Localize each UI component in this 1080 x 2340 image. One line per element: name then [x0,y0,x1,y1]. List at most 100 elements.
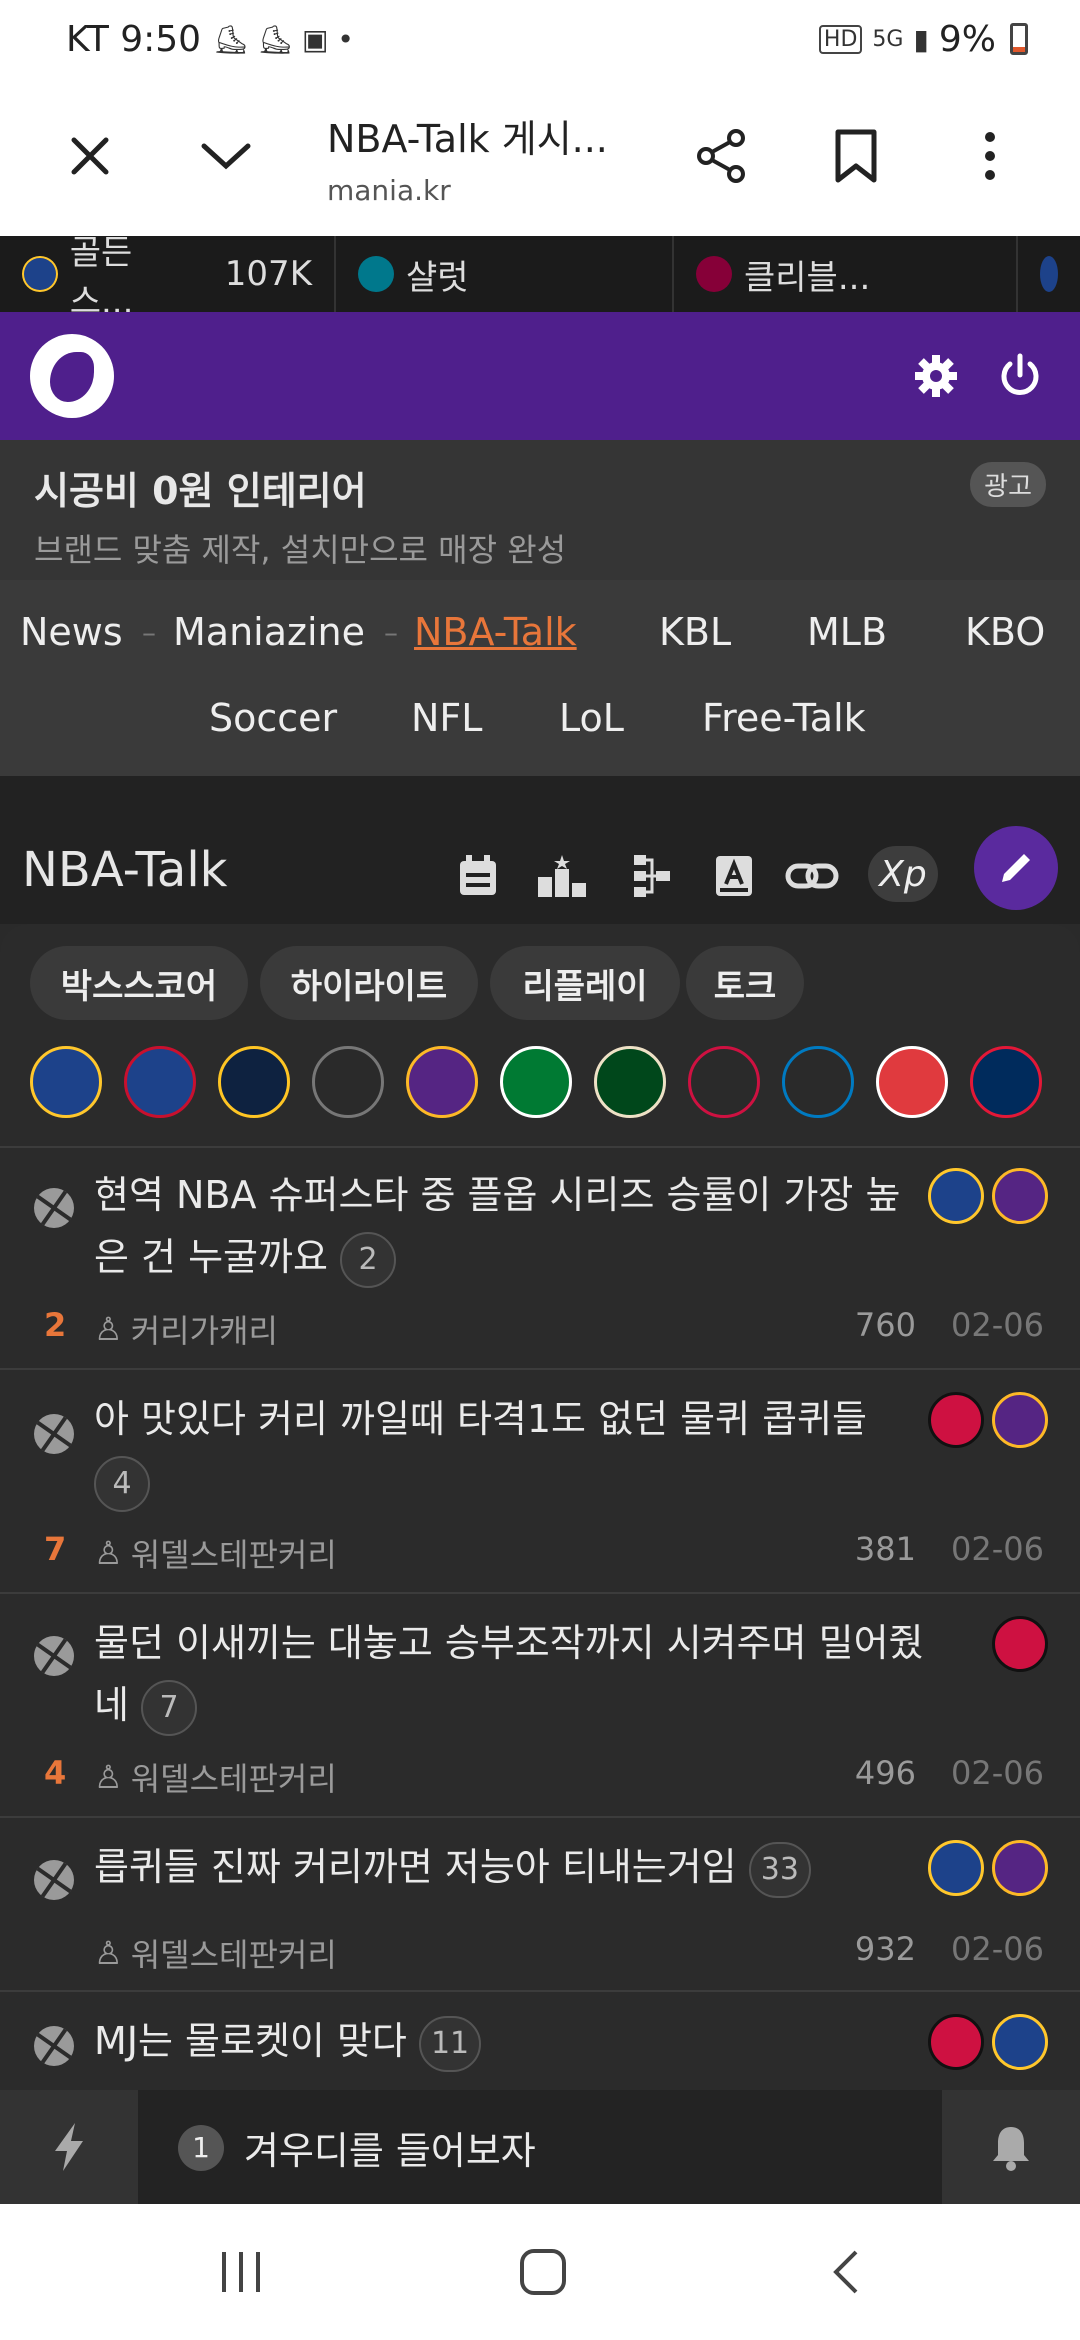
battery-icon [1010,23,1028,55]
post-item[interactable]: 현역 NBA 슈퍼스타 중 플옵 시리즈 승률이 가장 높은 건 누굴까요 2 … [0,1146,1080,1368]
calendar-icon [460,855,496,895]
rockets-logo[interactable] [688,1046,760,1118]
post-date: 02-06 [951,1754,1044,1792]
post-item[interactable]: 아 맛있다 커리 까일때 타격1도 없던 물퀴 콥퀴들 4 7 ♙ 워델스테판커리… [0,1368,1080,1592]
nav-kbl[interactable]: KBL [659,610,731,654]
team-tab-hornets[interactable]: 샬럿 [336,236,674,312]
chip-replay[interactable]: 리플레이 [490,946,680,1020]
link-button[interactable] [782,846,842,906]
nuggets-logo[interactable] [218,1046,290,1118]
xp-button[interactable]: Xp [868,846,938,902]
celtics-logo[interactable] [500,1046,572,1118]
recommend-count: 7 [44,1530,67,1568]
lakers-logo[interactable] [406,1046,478,1118]
nav-mlb[interactable]: MLB [807,610,887,654]
bottom-bar: 1 겨우디를 들어보자 [0,2090,1080,2204]
nav-maniazine[interactable]: Maniazine [173,610,365,654]
chip-boxscore[interactable]: 박스스코어 [30,946,248,1020]
post-date: 02-06 [951,1530,1044,1568]
team-tab-cavaliers[interactable]: 클리블... [674,236,1018,312]
quick-button[interactable] [0,2090,138,2204]
view-count: 381 [854,1530,916,1568]
browser-toolbar: NBA-Talk 게시... mania.kr [0,78,1080,236]
bolt-icon [55,2123,83,2171]
power-icon [1001,353,1039,395]
hawks-logo[interactable] [876,1046,948,1118]
home-button[interactable] [508,2240,578,2304]
notification-icons: ⛸ ⛸ ▣ • [213,22,354,56]
recent-apps-button[interactable] [206,2240,276,2304]
gear-icon [915,355,957,397]
warriors-icon [22,256,58,292]
ticker-rank: 1 [178,2124,224,2171]
news-ticker[interactable]: 1 겨우디를 들어보자 [178,2120,536,2175]
post-title[interactable]: 릅퀴들 진짜 커리까면 저능아 티내는거임 33 [94,1836,924,1898]
post-author[interactable]: ♙ 커리가캐리 [94,1306,278,1352]
clippers-logo[interactable] [124,1046,196,1118]
bookmark-button[interactable] [818,118,894,194]
nav-soccer[interactable]: Soccer [209,696,337,740]
chip-highlight[interactable]: 하이라이트 [260,946,478,1020]
tree-view-button[interactable] [622,846,682,906]
close-icon [71,137,109,175]
settings-button[interactable] [904,344,968,408]
nav-kbo[interactable]: KBO [965,610,1045,654]
nav-nba-talk[interactable]: NBA-Talk [414,610,577,654]
comment-count: 7 [141,1679,198,1736]
ranking-button[interactable] [532,846,592,906]
post-item[interactable]: 릅퀴들 진짜 커리까면 저능아 티내는거임 33 ♙ 워델스테판커리 932 02… [0,1816,1080,1990]
site-logo[interactable] [30,334,114,418]
post-title[interactable]: 현역 NBA 슈퍼스타 중 플옵 시리즈 승률이 가장 높은 건 누굴까요 2 [94,1164,924,1288]
page-title: NBA-Talk 게시... [327,117,608,161]
share-button[interactable] [684,118,760,194]
status-bar: KT 9:50 ⛸ ⛸ ▣ • HD 5G ▮ 9% [0,0,1080,78]
dictionary-button[interactable] [704,846,764,906]
comment-count: 33 [748,1841,811,1898]
post-title[interactable]: 물던 이새끼는 대놓고 승부조작까지 시켜주며 밀어줬네 7 [94,1612,924,1736]
status-time: KT 9:50 [66,18,202,60]
team-tabs: 골든스... 107K 샬럿 클리블... [0,233,1080,322]
calendar-button[interactable] [448,846,508,906]
jazz-logo[interactable] [312,1046,384,1118]
author-name: 워델스테판커리 [130,1760,337,1798]
post-item[interactable]: MJ는 물로켓이 맞다 11 [0,1990,1080,2090]
team-tab-more[interactable] [1018,236,1080,312]
team-tab-label: 골든스... [69,233,134,322]
post-author[interactable]: ♙ 워델스테판커리 [94,1530,337,1576]
post-author[interactable]: ♙ 워델스테판커리 [94,1930,337,1976]
author-name: 워델스테판커리 [130,1536,337,1574]
team-tab-warriors[interactable]: 골든스... 107K [0,233,336,322]
thunder-logo[interactable] [782,1046,854,1118]
bucks-logo[interactable] [594,1046,666,1118]
wizards-logo[interactable] [970,1046,1042,1118]
close-tab-button[interactable] [52,118,128,194]
ad-banner[interactable]: 시공비 0원 인테리어 브랜드 맞춤 제작, 설치만으로 매장 완성 광고 [0,440,1080,580]
nav-free-talk[interactable]: Free-Talk [702,696,866,740]
warriors-logo[interactable] [30,1046,102,1118]
nav-lol[interactable]: LoL [559,696,624,740]
post-title[interactable]: MJ는 물로켓이 맞다 11 [94,2010,924,2072]
post-item[interactable]: 물던 이새끼는 대놓고 승부조작까지 시켜주며 밀어줬네 7 4 ♙ 워델스테판커… [0,1592,1080,1816]
share-icon [697,129,745,183]
logout-button[interactable] [988,344,1052,408]
author-icon: ♙ [94,1934,123,1972]
write-post-button[interactable] [974,826,1058,910]
nav-nfl[interactable]: NFL [411,696,482,740]
team-tab-label: 클리블... [744,257,871,298]
hd-icon: HD [818,24,863,54]
bulls-icon [992,1616,1048,1672]
basketball-icon [34,1188,74,1228]
home-icon [520,2249,566,2295]
post-author[interactable]: ♙ 워델스테판커리 [94,1754,337,1800]
expand-button[interactable] [188,118,264,194]
lakers-icon [992,1840,1048,1896]
ad-title: 시공비 0원 인테리어 [34,469,367,513]
chip-talk[interactable]: 토크 [686,946,804,1020]
post-date: 02-06 [951,1306,1044,1344]
back-button[interactable] [810,2240,880,2304]
more-menu-button[interactable] [952,118,1028,194]
nav-news[interactable]: News [20,610,123,654]
recommend-count: 4 [44,1754,67,1792]
post-title[interactable]: 아 맛있다 커리 까일때 타격1도 없던 물퀴 콥퀴들 4 [94,1388,924,1512]
notification-button[interactable] [942,2090,1080,2204]
